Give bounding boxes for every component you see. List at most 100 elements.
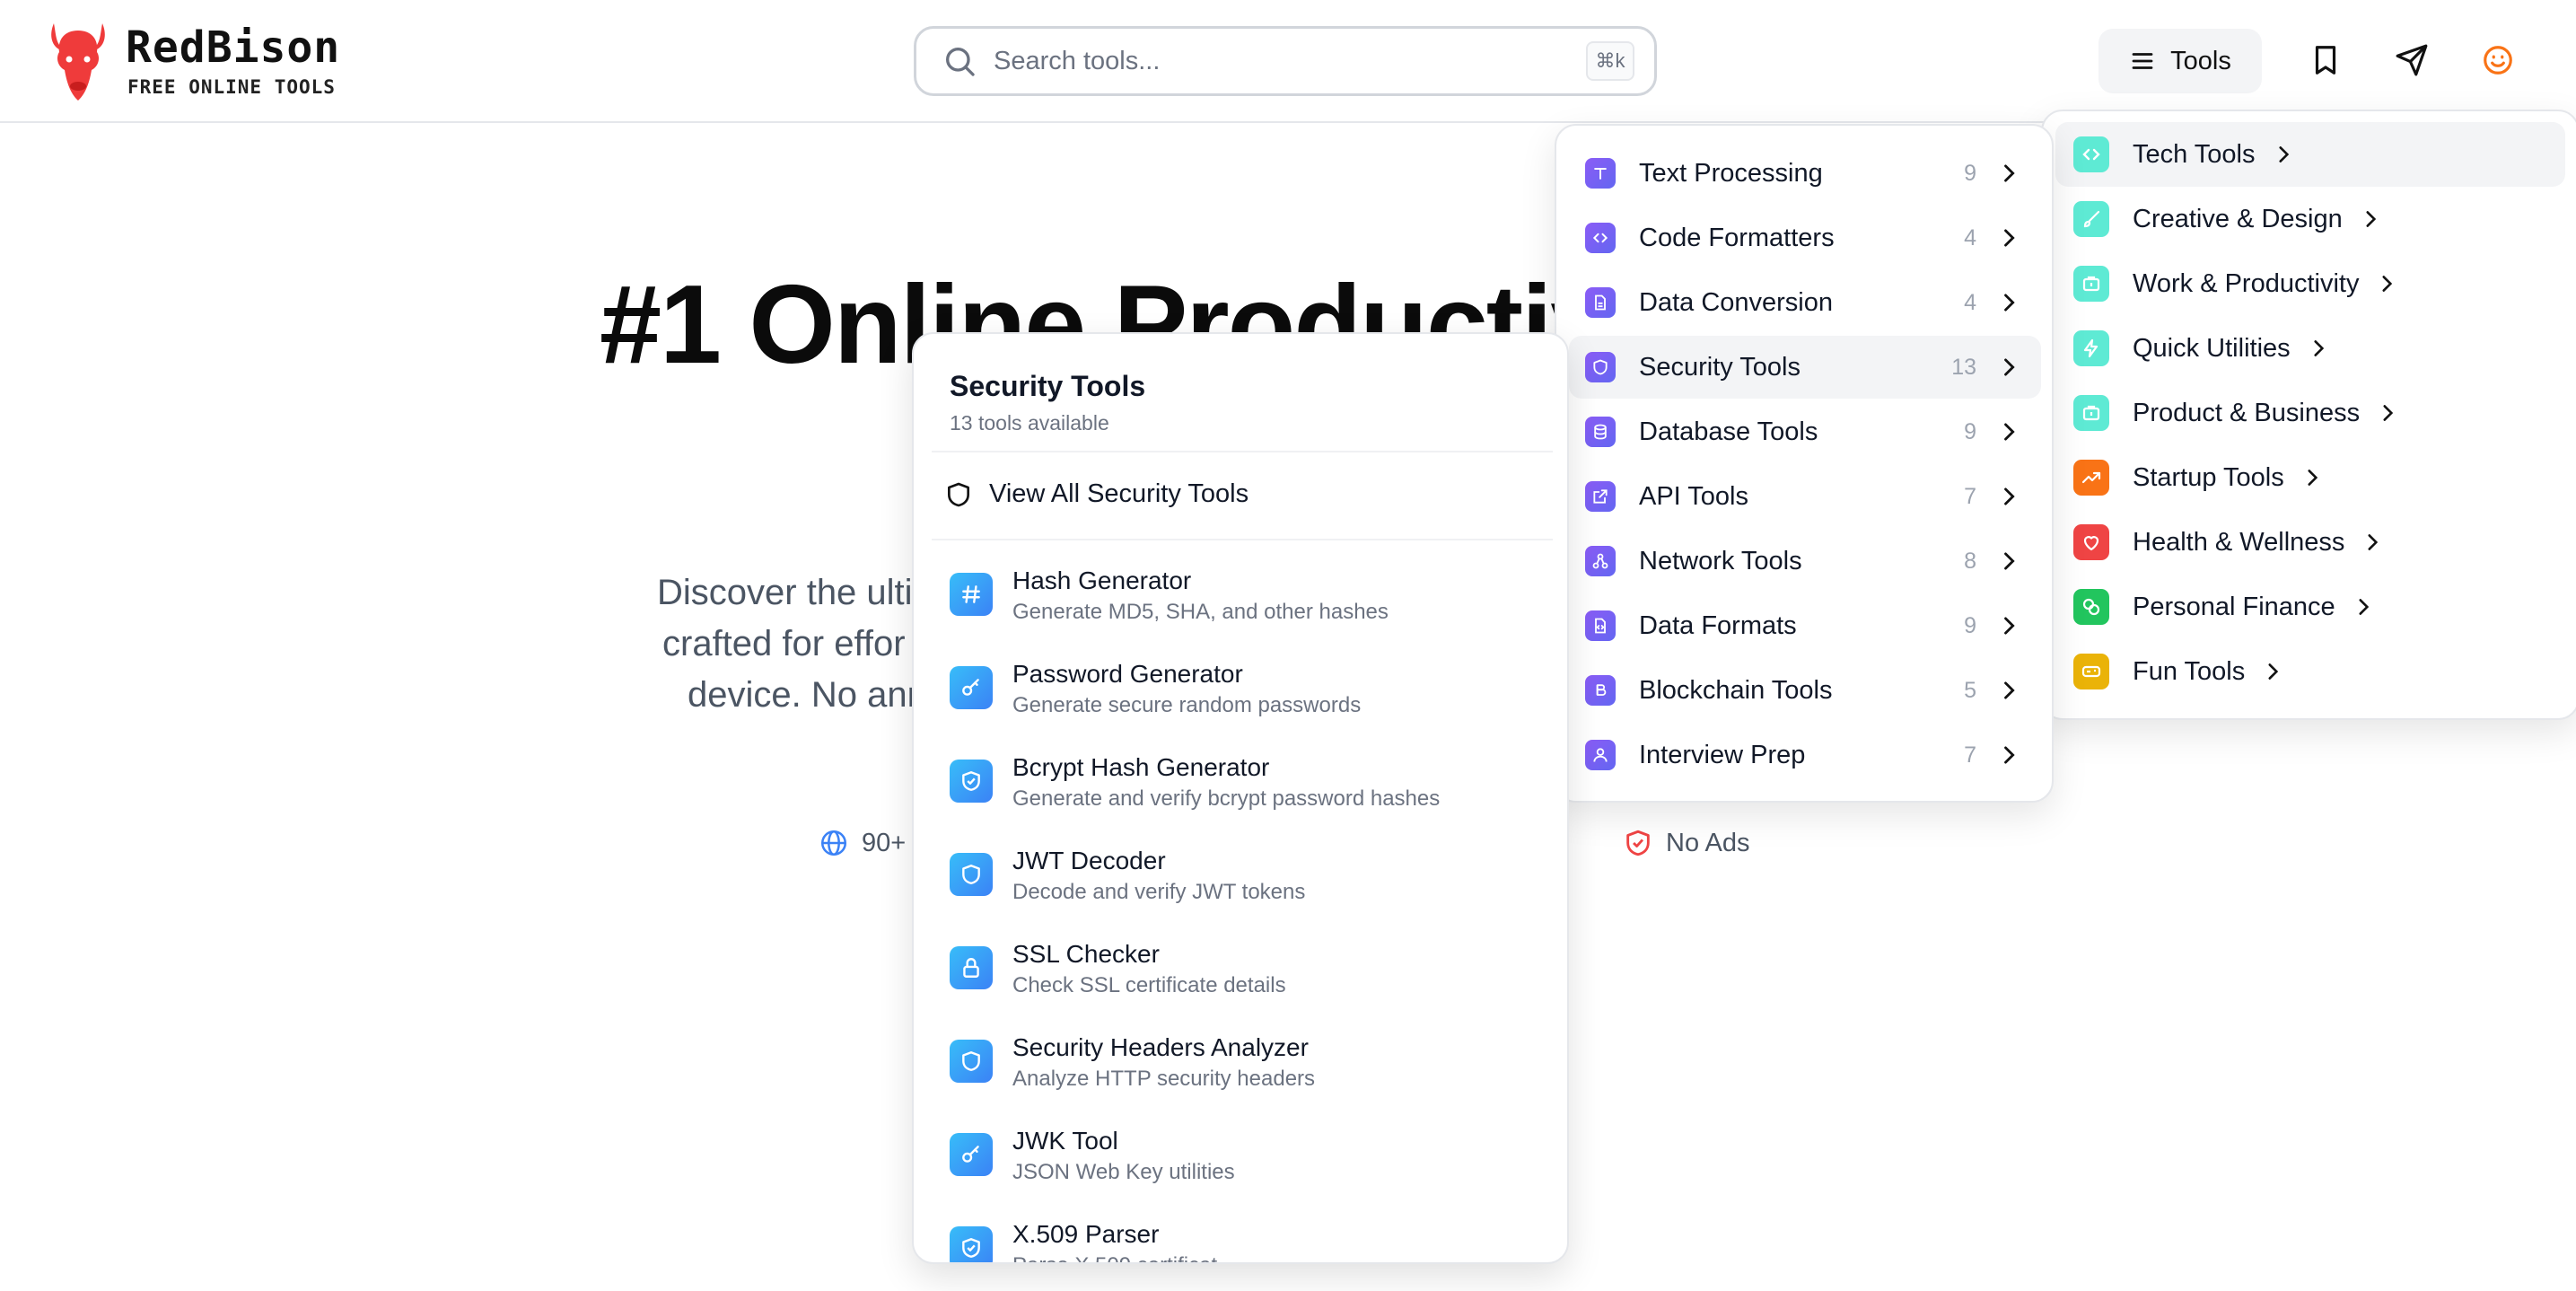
tool-list-panel: Security Tools 13 tools available View A… [912,332,1569,1264]
tool-name: JWK Tool [1012,1127,1118,1155]
tool-item-bcrypt-hash-generator[interactable]: Bcrypt Hash Generator Generate and verif… [950,752,1542,833]
subcategory-item-security-tools[interactable]: Security Tools 13 [1569,336,2041,399]
tool-item-ssl-checker[interactable]: SSL Checker Check SSL certificate detail… [950,939,1542,1020]
category-item-creative-design[interactable]: Creative & Design [2055,187,2565,251]
category-label: Work & Productivity [2133,268,2360,298]
category-item-quick-utilities[interactable]: Quick Utilities [2055,316,2565,381]
brand-logo[interactable]: RedBison FREE ONLINE TOOLS [47,18,340,104]
tool-description: Parse X.509 certificat [1012,1251,1217,1262]
key-icon [950,666,993,709]
subcategory-label: Blockchain Tools [1639,675,1833,705]
chevron-right-icon [2308,470,2318,486]
chevron-right-icon [2004,746,2015,764]
tools-menu-button[interactable]: Tools [2098,29,2262,93]
globe-icon [820,830,847,856]
coins-icon [2073,589,2109,625]
chevron-right-icon [2268,663,2279,680]
chevron-right-icon [2004,358,2015,376]
tool-item-password-generator[interactable]: Password Generator Generate secure rando… [950,659,1542,740]
subcategory-count: 9 [1964,418,1976,444]
subcategory-label: Data Formats [1639,610,1797,640]
tool-item-jwt-decoder[interactable]: JWT Decoder Decode and verify JWT tokens [950,846,1542,927]
subcategory-count: 5 [1964,677,1976,703]
hash-icon [950,573,993,616]
category-item-startup-tools[interactable]: Startup Tools [2055,445,2565,510]
tool-item-jwk-tool[interactable]: JWK Tool JSON Web Key utilities [950,1126,1542,1207]
chevron-right-icon [2004,294,2015,312]
smiley-icon[interactable] [2481,43,2515,77]
code-icon [2073,136,2109,172]
bolt-icon [2073,330,2109,366]
bookmark-icon[interactable] [2309,43,2343,77]
subcategory-menu: Text Processing 9 Code Formatters 4 Data… [1555,124,2054,803]
external-link-icon [1585,481,1616,512]
subcategory-count: 13 [1951,354,1976,380]
chevron-right-icon [2314,340,2324,356]
key-icon [950,1133,993,1176]
category-label: Health & Wellness [2133,527,2345,557]
tool-item-security-headers-analyzer[interactable]: Security Headers Analyzer Analyze HTTP s… [950,1032,1542,1113]
chevron-right-icon [2359,599,2369,615]
tool-name: SSL Checker [1012,940,1160,968]
category-item-personal-finance[interactable]: Personal Finance [2055,575,2565,639]
tool-item-hash-generator[interactable]: Hash Generator Generate MD5, SHA, and ot… [950,566,1542,646]
tool-name: JWT Decoder [1012,847,1166,874]
subcategory-label: API Tools [1639,481,1748,511]
category-menu: Tech Tools Creative & Design Work & Prod… [2041,110,2576,720]
chevron-right-icon [2366,211,2376,227]
subcategory-label: Database Tools [1639,417,1818,446]
subcategory-label: Security Tools [1639,352,1801,382]
shield-icon [1585,352,1616,382]
category-item-tech-tools[interactable]: Tech Tools [2055,122,2565,187]
subcategory-item-api-tools[interactable]: API Tools 7 [1569,465,2041,528]
subcategory-item-code-formatters[interactable]: Code Formatters 4 [1569,206,2041,269]
shield-check-icon [950,760,993,803]
bitcoin-icon [1585,675,1616,706]
category-label: Startup Tools [2133,462,2284,492]
category-label: Tech Tools [2133,139,2256,169]
tool-item-x509-parser[interactable]: X.509 Parser Parse X.509 certificat [950,1219,1542,1262]
subcategory-item-network-tools[interactable]: Network Tools 8 [1569,530,2041,593]
chevron-right-icon [2004,552,2015,570]
lock-icon [950,946,993,989]
trending-up-icon [2073,460,2109,496]
feature-tools-count: 90+ [819,828,906,858]
category-item-work-productivity[interactable]: Work & Productivity [2055,251,2565,316]
subcategory-count: 7 [1964,483,1976,509]
network-icon [1585,546,1616,576]
panel-title: Security Tools [950,370,1146,402]
category-item-health-wellness[interactable]: Health & Wellness [2055,510,2565,575]
category-label: Quick Utilities [2133,333,2291,363]
subcategory-label: Interview Prep [1639,740,1806,769]
tools-menu-label: Tools [2170,46,2231,75]
tool-description: Generate and verify bcrypt password hash… [1012,786,1441,811]
subcategory-item-blockchain-tools[interactable]: Blockchain Tools 5 [1569,659,2041,722]
chevron-right-icon [2004,487,2015,505]
subcategory-item-interview-prep[interactable]: Interview Prep 7 [1569,724,2041,786]
subcategory-count: 7 [1964,742,1976,768]
feature-label: 90+ [862,828,907,857]
category-label: Fun Tools [2133,656,2246,686]
send-icon[interactable] [2395,43,2429,77]
subcategory-label: Text Processing [1639,158,1823,188]
tool-description: Decode and verify JWT tokens [1012,880,1306,904]
tool-description: JSON Web Key utilities [1012,1160,1235,1184]
subcategory-item-data-formats[interactable]: Data Formats 9 [1569,594,2041,657]
subcategory-item-text-processing[interactable]: Text Processing 9 [1569,142,2041,205]
search-shortcut-badge: ⌘k [1586,41,1634,81]
search-input[interactable]: Search tools... ⌘k [914,26,1657,96]
brush-icon [2073,201,2109,237]
divider [932,451,1553,452]
chevron-right-icon [2382,276,2393,292]
view-all-security-tools-link[interactable]: View All Security Tools [944,479,1249,509]
category-item-product-business[interactable]: Product & Business [2055,381,2565,445]
tool-name: Password Generator [1012,660,1243,688]
chevron-right-icon [2004,617,2015,635]
subcategory-item-database-tools[interactable]: Database Tools 9 [1569,400,2041,463]
code-icon [1585,223,1616,253]
file-icon [1585,287,1616,318]
category-label: Product & Business [2133,398,2361,427]
category-item-fun-tools[interactable]: Fun Tools [2055,639,2565,704]
subcategory-count: 9 [1964,160,1976,186]
subcategory-item-data-conversion[interactable]: Data Conversion 4 [1569,271,2041,334]
